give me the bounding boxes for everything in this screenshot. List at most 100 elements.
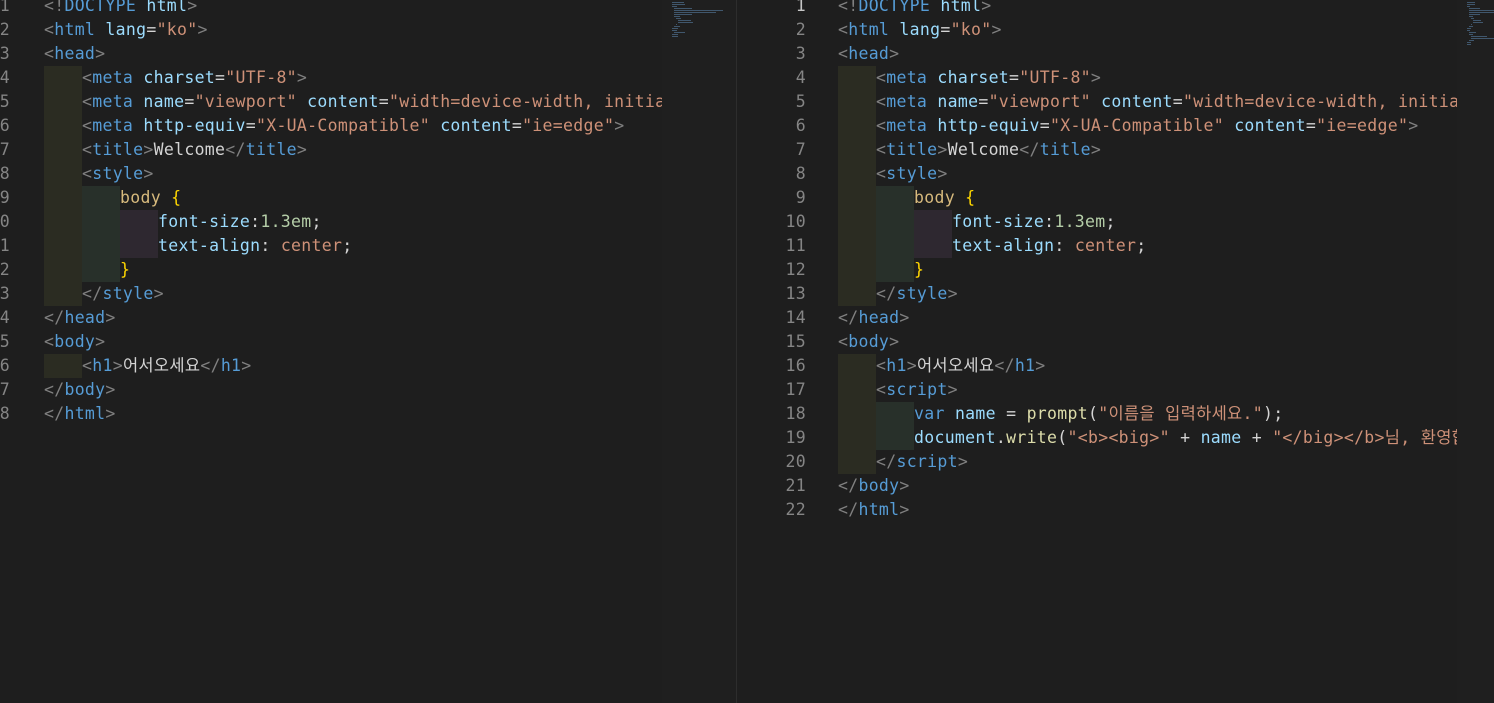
code-text: <h1>어서오세요</h1> (44, 354, 252, 378)
code-line[interactable]: 19 document.write("<b><big>" + name + "</… (754, 426, 1457, 450)
code-text: </style> (838, 282, 958, 306)
code-line[interactable]: 22 </html> (754, 498, 1457, 522)
code-token: font-size (952, 212, 1045, 231)
code-line[interactable]: 9 body { (0, 186, 662, 210)
code-token: > (95, 44, 106, 63)
code-line[interactable]: 11 text-align: center; (754, 234, 1457, 258)
line-number: 9 (795, 188, 806, 207)
code-line[interactable]: 14 </head> (754, 306, 1457, 330)
code-text: <script> (838, 378, 958, 402)
code-text: } (44, 258, 130, 282)
code-text: <html lang="ko"> (44, 18, 208, 42)
minimap-line (674, 8, 692, 9)
code-line[interactable]: 6 <meta http-equiv="X-UA-Compatible" cont… (754, 114, 1457, 138)
code-token: . (995, 428, 1007, 447)
code-line[interactable]: 2 <html lang="ko"> (754, 18, 1457, 42)
code-line[interactable]: 4 <meta charset="UTF-8"> (0, 66, 662, 90)
code-token: = (184, 92, 195, 111)
code-token: > (957, 452, 969, 471)
code-line[interactable]: 5 <meta name="viewport" content="width=de… (754, 90, 1457, 114)
code-token: head (54, 44, 96, 63)
minimap-line (1473, 20, 1481, 21)
code-line[interactable]: 2 <html lang="ko"> (0, 18, 662, 42)
code-token: < (876, 140, 887, 159)
code-line[interactable]: 2} (0, 258, 662, 282)
code-token: < (82, 164, 93, 183)
minimap-line (1469, 32, 1476, 33)
code-line[interactable]: 8 </html> (0, 402, 662, 426)
code-text: <meta http-equiv="X-UA-Compatible" conte… (838, 114, 1418, 138)
code-token: > (105, 308, 116, 327)
code-token: html (54, 20, 96, 39)
code-line[interactable]: 5 <body> (0, 330, 662, 354)
code-token: { (965, 188, 976, 207)
minimap-line (672, 34, 678, 35)
minimap-line (1471, 24, 1472, 25)
right-editor-pane[interactable]: 1 <!DOCTYPE html> 2 <html lang="ko"> 3 <head>… (754, 0, 1457, 703)
code-line[interactable]: 3 <head> (0, 42, 662, 66)
code-token: name (1200, 428, 1242, 447)
code-line[interactable]: 6 <h1>어서오세요</h1> (0, 354, 662, 378)
right-minimap[interactable] (1457, 0, 1494, 703)
code-line[interactable]: 4 <meta charset="UTF-8"> (754, 66, 1457, 90)
line-number: 8 (795, 164, 806, 183)
code-token: : (1054, 236, 1075, 255)
code-line[interactable]: 21 </body> (754, 474, 1457, 498)
code-line[interactable]: 7 <title>Welcome</title> (754, 138, 1457, 162)
code-line[interactable]: 13 </style> (754, 282, 1457, 306)
code-line[interactable]: 9 body { (754, 186, 1457, 210)
code-token: + (1241, 428, 1273, 447)
code-line[interactable]: 10 font-size:1.3em; (754, 210, 1457, 234)
code-token: style (886, 164, 938, 183)
code-text: text-align: center; (838, 234, 1146, 258)
code-line[interactable]: 12} (754, 258, 1457, 282)
code-token: title (92, 140, 144, 159)
code-token: DOCTYPE (64, 0, 137, 15)
code-token: > (105, 404, 116, 423)
code-line[interactable]: 3 <head> (754, 42, 1457, 66)
code-line[interactable]: 0 font-size:1.3em; (0, 210, 662, 234)
line-number: 3 (795, 44, 806, 63)
code-token: h1 (92, 356, 113, 375)
left-editor-pane[interactable]: 1 <!DOCTYPE html> 2 <html lang="ko"> 3 <head>… (0, 0, 662, 703)
code-text: </html> (44, 402, 116, 426)
code-token: html (858, 500, 900, 519)
code-line[interactable]: 20 </script> (754, 450, 1457, 474)
code-token: title (1039, 140, 1091, 159)
minimap-line (1467, 2, 1475, 3)
code-line[interactable]: 16 <h1>어서오세요</h1> (754, 354, 1457, 378)
code-line[interactable]: 17 <script> (754, 378, 1457, 402)
code-line[interactable]: 6 <meta http-equiv="X-UA-Compatible" cont… (0, 114, 662, 138)
code-token: h1 (220, 356, 242, 375)
code-line[interactable]: 1 <!DOCTYPE html> (754, 0, 1457, 18)
code-token: http-equiv (937, 116, 1040, 135)
code-line[interactable]: 1 text-align: center; (0, 234, 662, 258)
code-line[interactable]: 5 <meta name="viewport" content="width=de… (0, 90, 662, 114)
code-line[interactable]: 3 </style> (0, 282, 662, 306)
code-line[interactable]: 7 <title>Welcome</title> (0, 138, 662, 162)
code-line[interactable]: 15 <body> (754, 330, 1457, 354)
code-text: </body> (838, 474, 910, 498)
code-line[interactable]: 7 </body> (0, 378, 662, 402)
code-token: 어서오세요 (916, 356, 995, 375)
code-token: = (978, 92, 989, 111)
code-token: > (937, 164, 948, 183)
code-line[interactable]: 8 <style> (0, 162, 662, 186)
code-token: + (1169, 428, 1201, 447)
code-line[interactable]: 18 var name = prompt("이름을 입력하세요."); (754, 402, 1457, 426)
code-token: : (250, 212, 261, 231)
code-line[interactable]: 4 </head> (0, 306, 662, 330)
code-line[interactable]: 8 <style> (754, 162, 1457, 186)
code-text: text-align: center; (44, 234, 352, 258)
code-token: content (1234, 116, 1306, 135)
code-token: title (245, 140, 297, 159)
left-minimap[interactable] (662, 0, 736, 703)
code-token: <! (838, 0, 859, 15)
code-token: > (991, 20, 1002, 39)
code-token: Welcome (947, 140, 1020, 159)
line-number: 5 (0, 92, 10, 111)
code-line[interactable]: 1 <!DOCTYPE html> (0, 0, 662, 18)
code-token: : (1044, 212, 1055, 231)
code-token: html (64, 404, 106, 423)
